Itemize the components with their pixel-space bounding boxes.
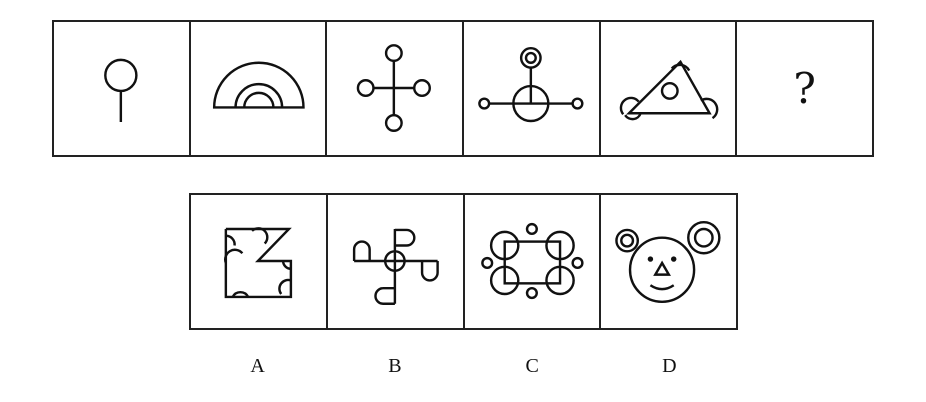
question-figure-4 [464,22,601,155]
rectangle-with-circles-figure [480,222,584,300]
bear-face-figure [615,220,721,304]
question-figure-6: ? [737,22,872,155]
cross-with-four-circles-figure [357,44,432,132]
answer-options-row [189,193,738,330]
option-label-a[interactable]: A [189,355,326,378]
option-label-b[interactable]: B [326,355,463,378]
question-figure-1 [54,22,191,155]
question-figure-2 [191,22,328,155]
circle-with-branches-figure [478,46,584,123]
question-sequence-row: ? [52,20,874,157]
nested-semicircles-figure [212,61,305,109]
circle-on-stick-figure [104,58,138,122]
option-labels: A B C D [189,355,738,378]
notched-square-figure [224,227,293,299]
triangle-with-circles-figure [619,59,719,121]
option-figure-a[interactable] [191,195,328,328]
question-mark: ? [793,64,816,113]
option-figure-b[interactable] [328,195,465,328]
pinwheel-figure [352,228,439,305]
option-figure-c[interactable] [465,195,602,328]
option-label-d[interactable]: D [601,355,738,378]
question-figure-5 [601,22,738,155]
question-figure-3 [327,22,465,155]
option-figure-d[interactable] [601,195,736,328]
option-label-c[interactable]: C [464,355,601,378]
